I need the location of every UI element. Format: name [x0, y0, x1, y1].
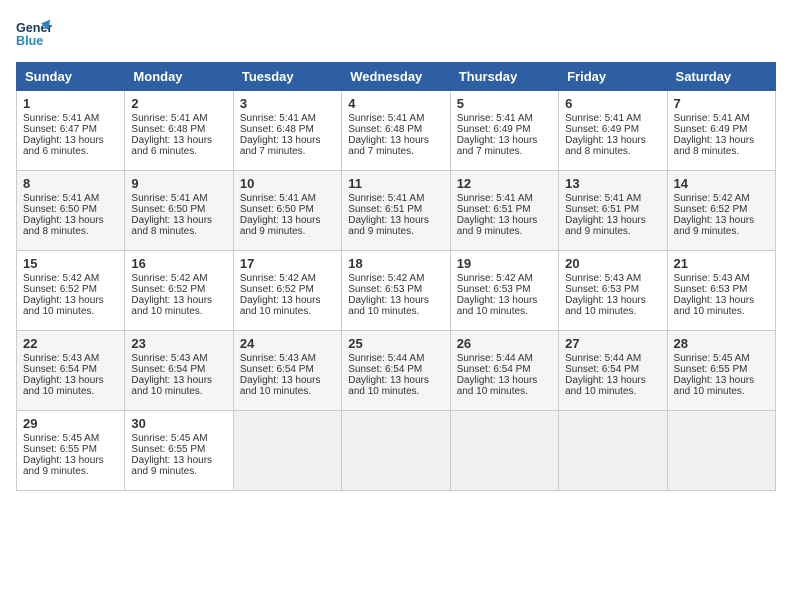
calendar-week-row: 22Sunrise: 5:43 AMSunset: 6:54 PMDayligh… — [17, 331, 776, 411]
day-cell-8: 8Sunrise: 5:41 AMSunset: 6:50 PMDaylight… — [17, 171, 125, 251]
day-cell-20: 20Sunrise: 5:43 AMSunset: 6:53 PMDayligh… — [559, 251, 667, 331]
day-cell-16: 16Sunrise: 5:42 AMSunset: 6:52 PMDayligh… — [125, 251, 233, 331]
column-header-thursday: Thursday — [450, 63, 558, 91]
day-cell-5: 5Sunrise: 5:41 AMSunset: 6:49 PMDaylight… — [450, 91, 558, 171]
empty-cell — [667, 411, 775, 491]
day-cell-12: 12Sunrise: 5:41 AMSunset: 6:51 PMDayligh… — [450, 171, 558, 251]
day-cell-14: 14Sunrise: 5:42 AMSunset: 6:52 PMDayligh… — [667, 171, 775, 251]
day-cell-23: 23Sunrise: 5:43 AMSunset: 6:54 PMDayligh… — [125, 331, 233, 411]
empty-cell — [342, 411, 450, 491]
day-cell-11: 11Sunrise: 5:41 AMSunset: 6:51 PMDayligh… — [342, 171, 450, 251]
day-cell-1: 1Sunrise: 5:41 AMSunset: 6:47 PMDaylight… — [17, 91, 125, 171]
day-cell-21: 21Sunrise: 5:43 AMSunset: 6:53 PMDayligh… — [667, 251, 775, 331]
calendar-header-row: SundayMondayTuesdayWednesdayThursdayFrid… — [17, 63, 776, 91]
calendar-week-row: 1Sunrise: 5:41 AMSunset: 6:47 PMDaylight… — [17, 91, 776, 171]
day-cell-3: 3Sunrise: 5:41 AMSunset: 6:48 PMDaylight… — [233, 91, 341, 171]
calendar-week-row: 15Sunrise: 5:42 AMSunset: 6:52 PMDayligh… — [17, 251, 776, 331]
column-header-monday: Monday — [125, 63, 233, 91]
calendar-table: SundayMondayTuesdayWednesdayThursdayFrid… — [16, 62, 776, 491]
day-cell-6: 6Sunrise: 5:41 AMSunset: 6:49 PMDaylight… — [559, 91, 667, 171]
day-cell-17: 17Sunrise: 5:42 AMSunset: 6:52 PMDayligh… — [233, 251, 341, 331]
empty-cell — [559, 411, 667, 491]
day-cell-13: 13Sunrise: 5:41 AMSunset: 6:51 PMDayligh… — [559, 171, 667, 251]
calendar-week-row: 8Sunrise: 5:41 AMSunset: 6:50 PMDaylight… — [17, 171, 776, 251]
day-cell-10: 10Sunrise: 5:41 AMSunset: 6:50 PMDayligh… — [233, 171, 341, 251]
column-header-tuesday: Tuesday — [233, 63, 341, 91]
day-cell-7: 7Sunrise: 5:41 AMSunset: 6:49 PMDaylight… — [667, 91, 775, 171]
svg-text:Blue: Blue — [16, 34, 43, 48]
day-cell-9: 9Sunrise: 5:41 AMSunset: 6:50 PMDaylight… — [125, 171, 233, 251]
day-cell-29: 29Sunrise: 5:45 AMSunset: 6:55 PMDayligh… — [17, 411, 125, 491]
empty-cell — [233, 411, 341, 491]
page-header: General Blue — [16, 16, 776, 52]
logo-icon: General Blue — [16, 16, 52, 52]
day-cell-27: 27Sunrise: 5:44 AMSunset: 6:54 PMDayligh… — [559, 331, 667, 411]
day-cell-18: 18Sunrise: 5:42 AMSunset: 6:53 PMDayligh… — [342, 251, 450, 331]
logo: General Blue — [16, 16, 52, 52]
calendar-week-row: 29Sunrise: 5:45 AMSunset: 6:55 PMDayligh… — [17, 411, 776, 491]
day-cell-28: 28Sunrise: 5:45 AMSunset: 6:55 PMDayligh… — [667, 331, 775, 411]
day-cell-2: 2Sunrise: 5:41 AMSunset: 6:48 PMDaylight… — [125, 91, 233, 171]
empty-cell — [450, 411, 558, 491]
day-cell-25: 25Sunrise: 5:44 AMSunset: 6:54 PMDayligh… — [342, 331, 450, 411]
day-cell-24: 24Sunrise: 5:43 AMSunset: 6:54 PMDayligh… — [233, 331, 341, 411]
column-header-sunday: Sunday — [17, 63, 125, 91]
day-cell-30: 30Sunrise: 5:45 AMSunset: 6:55 PMDayligh… — [125, 411, 233, 491]
day-cell-22: 22Sunrise: 5:43 AMSunset: 6:54 PMDayligh… — [17, 331, 125, 411]
day-cell-19: 19Sunrise: 5:42 AMSunset: 6:53 PMDayligh… — [450, 251, 558, 331]
column-header-saturday: Saturday — [667, 63, 775, 91]
column-header-friday: Friday — [559, 63, 667, 91]
day-cell-4: 4Sunrise: 5:41 AMSunset: 6:48 PMDaylight… — [342, 91, 450, 171]
column-header-wednesday: Wednesday — [342, 63, 450, 91]
day-cell-15: 15Sunrise: 5:42 AMSunset: 6:52 PMDayligh… — [17, 251, 125, 331]
day-cell-26: 26Sunrise: 5:44 AMSunset: 6:54 PMDayligh… — [450, 331, 558, 411]
